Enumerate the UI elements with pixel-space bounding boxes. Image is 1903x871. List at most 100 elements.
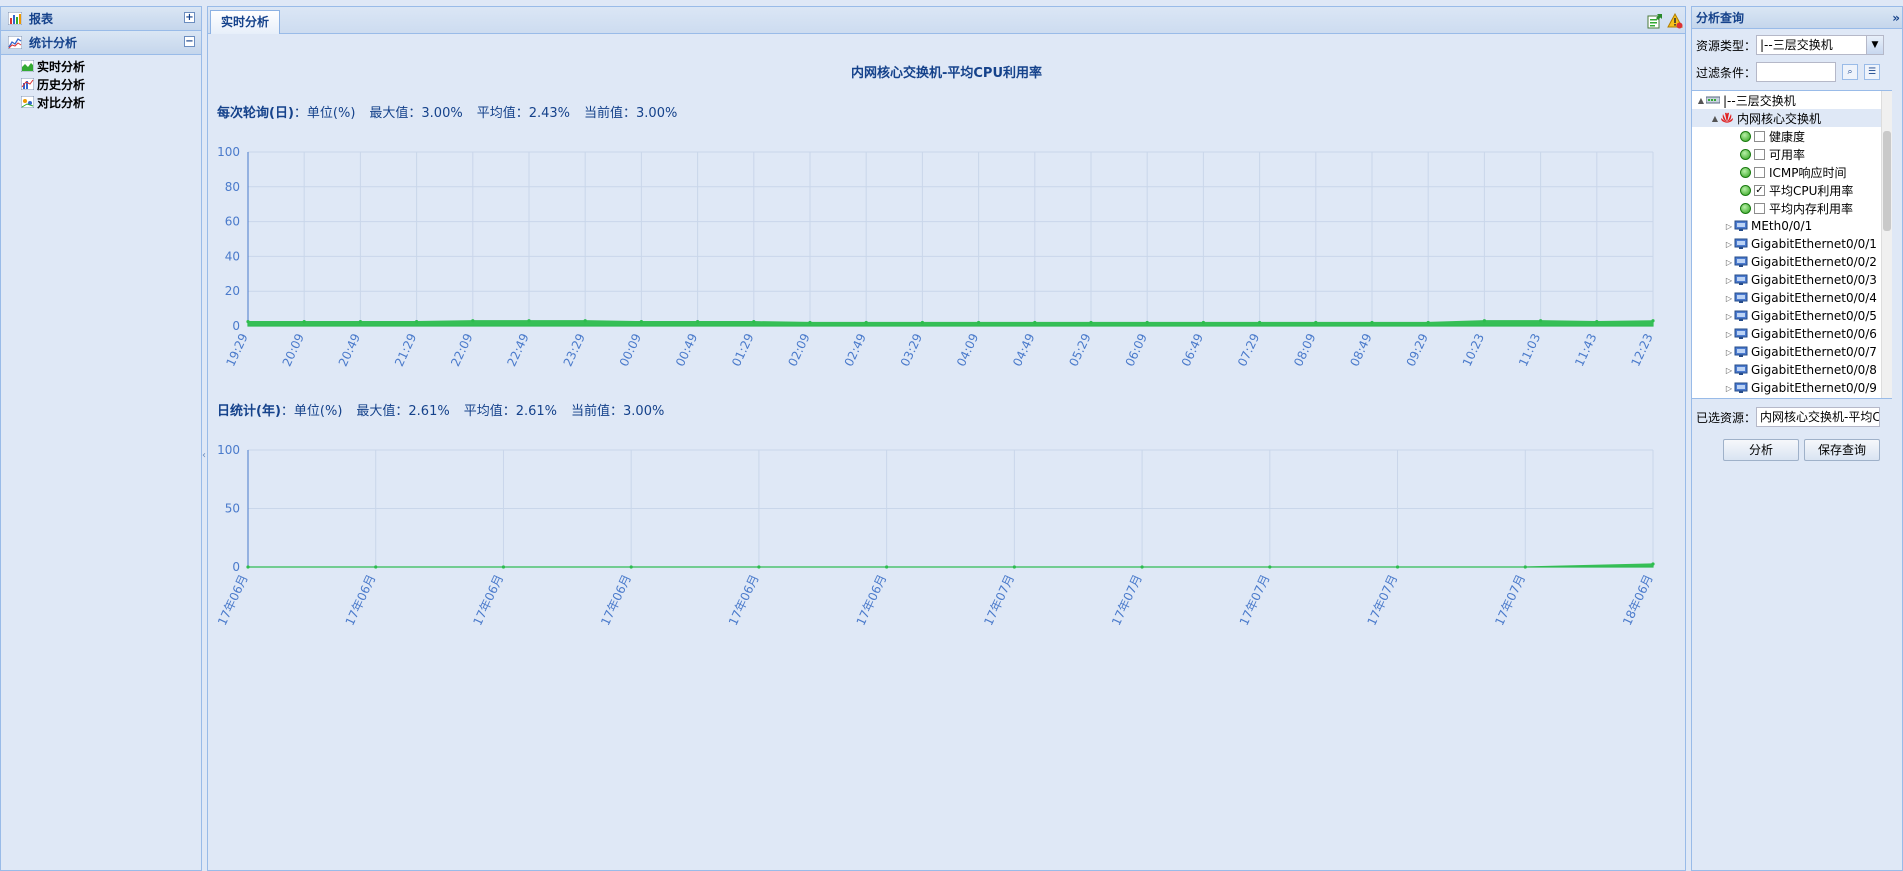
resource-type-value: |--三层交换机 (1760, 38, 1833, 52)
data-point (1395, 565, 1400, 569)
alert-icon[interactable] (1667, 13, 1683, 29)
tree-device-label: 内网核心交换机 (1737, 111, 1822, 126)
interface-label: GigabitEthernet0/0/7 (1751, 345, 1877, 359)
data-point (1140, 565, 1144, 569)
tree-expand-icon[interactable]: ▷ (1724, 240, 1734, 249)
tree-interface-item[interactable]: ▷ GigabitEthernet0/0/8 (1692, 361, 1892, 379)
tree-expand-icon[interactable]: ▷ (1724, 312, 1734, 321)
left-collapse-handle[interactable]: ‹ (202, 450, 206, 466)
filter-search-icon[interactable]: ⌕ (1842, 64, 1859, 80)
y-tick-label: 0 (232, 560, 240, 574)
collapse-right-icon[interactable]: » (1892, 7, 1900, 29)
tree-root[interactable]: ▲ |--三层交换机 (1692, 91, 1892, 109)
tree-expand-icon[interactable]: ▷ (1724, 330, 1734, 339)
stats-chart-icon (8, 36, 22, 49)
data-point (1258, 320, 1262, 325)
nav-item-history-label: 历史分析 (37, 77, 86, 92)
status-ok-icon (1740, 148, 1751, 160)
filter-input[interactable] (1756, 62, 1837, 82)
tree-interface-item[interactable]: ▷ GigabitEthernet0/0/7 (1692, 343, 1892, 361)
tree-interface-item[interactable]: ▷ MEth0/0/1 (1692, 217, 1892, 235)
query-panel-header: 分析查询 » (1692, 7, 1902, 29)
tree-metric-item[interactable]: 健康度 (1692, 127, 1892, 145)
tree-device[interactable]: ▲ 内网核心交换机 (1692, 109, 1892, 127)
tree-collapse-icon[interactable]: ▲ (1696, 96, 1706, 105)
x-tick-label: 02:49 (842, 331, 869, 368)
metric-checkbox[interactable] (1754, 148, 1765, 160)
section-stats-header[interactable]: 统计分析 − (1, 31, 201, 55)
x-tick-label: 09:29 (1404, 331, 1431, 368)
export-icon[interactable] (1647, 13, 1663, 29)
x-tick-label: 11:43 (1572, 331, 1599, 368)
tab-realtime[interactable]: 实时分析 (210, 10, 281, 34)
data-point (246, 565, 250, 569)
filter-label: 过滤条件： (1696, 65, 1757, 80)
tree-interface-item[interactable]: ▷ GigabitEthernet0/0/4 (1692, 289, 1892, 307)
tree-interface-item[interactable]: ▷ GigabitEthernet0/0/5 (1692, 307, 1892, 325)
chart1-heading: 每次轮询(日) (217, 106, 294, 121)
plot-area (248, 152, 1653, 326)
tree-interface-item[interactable]: ▷ GigabitEthernet0/0/1 (1692, 235, 1892, 253)
data-point (1201, 320, 1205, 325)
tree-scrollbar[interactable] (1881, 91, 1892, 398)
query-panel: 分析查询 » 资源类型： |--三层交换机 ▼ 过滤条件： ⌕ ☰ ▲ |--三… (1691, 6, 1903, 871)
data-point (1089, 320, 1093, 325)
tree-collapse-icon[interactable]: ▲ (1710, 114, 1720, 123)
tree-expand-icon[interactable]: ▷ (1724, 294, 1734, 303)
metric-checkbox[interactable] (1754, 166, 1765, 178)
data-point (977, 320, 981, 325)
tree-metric-item[interactable]: ICMP响应时间 (1692, 163, 1892, 181)
interface-label: GigabitEthernet0/0/4 (1751, 291, 1877, 305)
tree-expand-icon[interactable]: ▷ (1724, 222, 1734, 231)
tree-metric-item[interactable]: 可用率 (1692, 145, 1892, 163)
x-tick-label: 20:49 (336, 331, 363, 368)
tree-metric-item[interactable]: 平均内存利用率 (1692, 199, 1892, 217)
tree-interface-item[interactable]: ▷ GigabitEthernet0/0/2 (1692, 253, 1892, 271)
expand-icon[interactable]: + (184, 12, 195, 23)
nav-item-history[interactable]: 历史分析 (1, 75, 201, 93)
interface-label: GigabitEthernet0/0/3 (1751, 273, 1877, 287)
selected-resource-field[interactable]: 内网核心交换机-平均CPU利 (1756, 407, 1881, 427)
x-tick-label: 19:29 (223, 331, 250, 368)
data-point (358, 320, 362, 324)
resource-type-row: 资源类型： |--三层交换机 ▼ (1696, 35, 1885, 55)
collapse-icon[interactable]: − (184, 36, 195, 47)
x-tick-label: 17年06月 (854, 572, 890, 627)
tree-metric-item[interactable]: ✓ 平均CPU利用率 (1692, 181, 1892, 199)
status-ok-icon (1740, 184, 1751, 196)
nav-item-realtime[interactable]: 实时分析 (1, 57, 201, 75)
port-icon (1734, 220, 1748, 231)
tree-expand-icon[interactable]: ▷ (1724, 384, 1734, 393)
tree-expand-icon[interactable]: ▷ (1724, 258, 1734, 267)
selected-resource-row: 已选资源： 内网核心交换机-平均CPU利 (1696, 407, 1881, 427)
save-query-button[interactable]: 保存查询 (1804, 439, 1880, 461)
resource-type-select[interactable]: |--三层交换机 ▼ (1756, 35, 1885, 55)
metric-checkbox[interactable] (1754, 202, 1765, 214)
metric-label: 健康度 (1769, 129, 1806, 144)
metric-checkbox[interactable] (1754, 130, 1765, 142)
port-icon (1734, 382, 1748, 393)
nav-item-compare[interactable]: 对比分析 (1, 93, 201, 111)
chart2-max: 最大值：2.61% (356, 404, 450, 419)
metric-label: ICMP响应时间 (1769, 165, 1847, 180)
data-point (1370, 320, 1374, 325)
tree-expand-icon[interactable]: ▷ (1724, 276, 1734, 285)
scrollbar-thumb[interactable] (1883, 131, 1891, 231)
x-tick-label: 00:49 (673, 331, 700, 368)
tree-interface-item[interactable]: ▷ GigabitEthernet0/0/6 (1692, 325, 1892, 343)
section-reports-header[interactable]: 报表 + (1, 7, 201, 31)
data-point (1426, 320, 1430, 325)
x-tick-label: 12:23 (1628, 331, 1655, 368)
data-point (1012, 565, 1016, 569)
metric-checkbox[interactable]: ✓ (1754, 184, 1765, 196)
tree-expand-icon[interactable]: ▷ (1724, 348, 1734, 357)
tree-interface-item[interactable]: ▷ GigabitEthernet0/0/9 (1692, 379, 1892, 397)
tree-expand-icon[interactable]: ▷ (1724, 366, 1734, 375)
chart-daily-polling: 0 20 40 60 80 100 19:29 20:09 20:49 21:29 22:09 22:… (217, 145, 1656, 369)
data-point (1651, 319, 1655, 323)
chevron-down-icon[interactable]: ▼ (1866, 36, 1884, 54)
x-tick-label: 17年07月 (1492, 572, 1528, 627)
filter-list-icon[interactable]: ☰ (1864, 64, 1881, 80)
analyze-button[interactable]: 分析 (1723, 439, 1799, 461)
tree-interface-item[interactable]: ▷ GigabitEthernet0/0/3 (1692, 271, 1892, 289)
